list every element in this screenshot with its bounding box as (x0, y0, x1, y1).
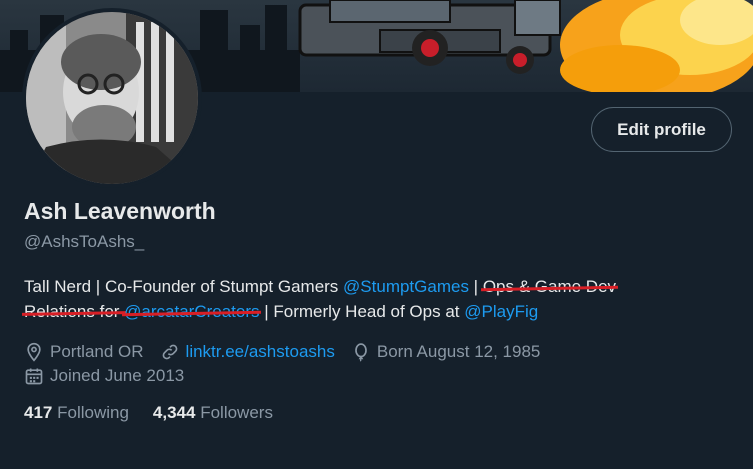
birthday-text: Born August 12, 1985 (376, 342, 541, 361)
website-link[interactable]: linktr.ee/ashstoashs (186, 340, 335, 364)
edit-profile-button[interactable]: Edit profile (591, 107, 732, 152)
profile-handle: @AshsToAshs_ (24, 232, 145, 251)
profile-name: Ash Leavenworth (24, 198, 216, 224)
mention-stumptgames[interactable]: @StumptGames (343, 277, 469, 296)
location-pin-icon (27, 342, 41, 362)
following-count: 417 (24, 403, 53, 422)
link-icon (162, 344, 177, 360)
profile-avatar[interactable] (22, 8, 202, 188)
joined-text: Joined June 2013 (50, 366, 185, 385)
bio-text-2: | Formerly Head of Ops at (259, 302, 465, 321)
bio-text-1: Tall Nerd | Co-Founder of Stumpt Gamers (24, 277, 344, 296)
followers-count: 4,344 (152, 403, 196, 422)
balloon-icon (355, 343, 367, 362)
bio-struck-text-2: Relations for (24, 302, 125, 321)
website-item[interactable]: linktr.ee/ashstoashs (160, 340, 335, 364)
bio-struck-text-1: Ops & Game Dev (482, 277, 617, 296)
avatar-photo (26, 12, 198, 184)
profile-bio: Tall Nerd | Co-Founder of Stumpt Gamers … (24, 274, 724, 324)
joined-item: Joined June 2013 (24, 364, 184, 388)
profile-stats: 417 Following 4,344 Followers (24, 403, 297, 423)
bio-separator: | (468, 277, 483, 296)
birthday-item: Born August 12, 1985 (351, 340, 541, 364)
mention-playfig[interactable]: @PlayFig (464, 302, 538, 321)
following-label: Following (57, 403, 129, 422)
followers-stat[interactable]: 4,344 Followers (153, 403, 273, 423)
followers-label: Followers (200, 403, 273, 422)
calendar-icon (25, 368, 43, 385)
location-text: Portland OR (50, 342, 144, 361)
following-stat[interactable]: 417 Following (24, 403, 129, 423)
profile-meta: Portland OR linktr.ee/ashstoashs Born Au… (24, 340, 724, 388)
location-item: Portland OR (24, 340, 144, 364)
mention-arcatarcreators[interactable]: @arcatarCreators (124, 302, 259, 321)
